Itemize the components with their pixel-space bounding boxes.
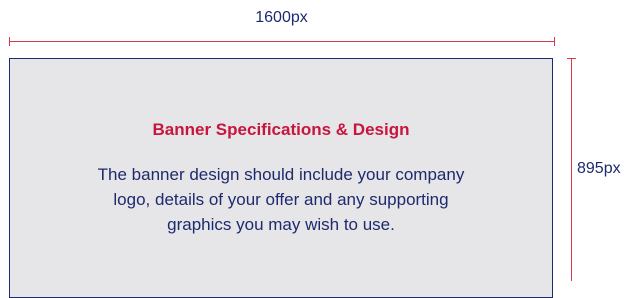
banner-description-line: The banner design should include your co…: [97, 165, 465, 184]
width-dimension-label: 1600px: [255, 9, 308, 26]
banner-title: Banner Specifications & Design: [152, 120, 410, 139]
width-dimension-right-tick: [554, 37, 555, 46]
banner-description: The banner design should include your co…: [10, 162, 552, 237]
banner-description-line: logo, details of your offer and any supp…: [113, 190, 449, 209]
height-dimension-line: [571, 58, 572, 281]
height-dimension-label: 895px: [577, 160, 621, 177]
banner-description-line: graphics you may wish to use.: [167, 215, 395, 234]
width-dimension-line: [9, 41, 554, 42]
banner-placeholder: Banner Specifications & Design The banne…: [9, 58, 553, 298]
